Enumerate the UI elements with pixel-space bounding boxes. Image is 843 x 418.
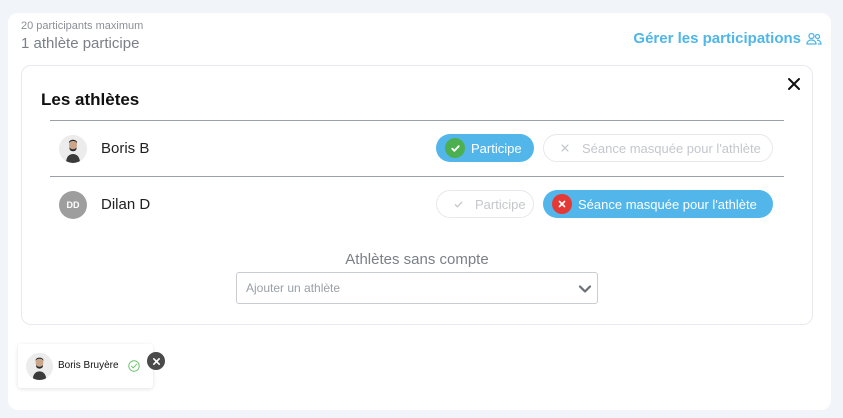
close-panel-button[interactable]: [786, 76, 802, 92]
hidden-session-toggle[interactable]: Séance masquée pour l'athlète: [543, 134, 773, 162]
avatar: DD: [59, 191, 87, 219]
manage-participations-label: Gérer les participations: [633, 30, 801, 47]
users-icon: [806, 32, 822, 45]
hidden-session-label: Séance masquée pour l'athlète: [582, 140, 761, 156]
close-icon: [788, 78, 800, 90]
max-participants-label: 20 participants maximum: [21, 20, 144, 32]
cross-icon: [552, 194, 572, 214]
no-account-athletes-label: Athlètes sans compte: [345, 251, 489, 268]
athlete-name: Boris B: [101, 140, 150, 157]
participe-toggle[interactable]: Participe: [436, 134, 534, 162]
participant-chip: Boris Bruyère: [18, 344, 153, 388]
avatar: [59, 135, 87, 163]
avatar: [26, 353, 53, 380]
participant-name: Boris Bruyère: [58, 360, 119, 371]
athlete-photo-icon: [59, 135, 87, 163]
athlete-name: Dilan D: [101, 196, 151, 213]
hidden-session-label: Séance masquée pour l'athlète: [578, 196, 757, 212]
athletes-panel: Les athlètes Boris B Participe Séance ma…: [21, 65, 813, 325]
participe-label: Participe: [475, 196, 526, 212]
athlete-photo-icon: [26, 353, 53, 380]
participe-label: Participe: [471, 140, 522, 156]
hidden-session-toggle[interactable]: Séance masquée pour l'athlète: [543, 190, 773, 218]
add-athlete-placeholder: Ajouter un athlète: [246, 281, 341, 295]
panel-title: Les athlètes: [41, 90, 140, 109]
add-athlete-select[interactable]: Ajouter un athlète: [236, 272, 598, 304]
session-participants-card: 20 participants maximum 1 athlète partic…: [8, 13, 831, 410]
check-icon: [445, 138, 465, 158]
athlete-row: DD Dilan D Participe Séance masquée pour…: [50, 176, 784, 232]
cross-icon: [558, 141, 572, 155]
participant-count-label: 1 athlète participe: [21, 35, 140, 52]
chevron-down-icon: [578, 285, 592, 293]
participe-toggle[interactable]: Participe: [436, 190, 534, 218]
athlete-row: Boris B Participe Séance masquée pour l'…: [50, 120, 784, 176]
check-outline-icon: [128, 360, 140, 372]
check-icon: [451, 197, 465, 211]
remove-participant-button[interactable]: [147, 352, 165, 370]
close-icon: [152, 357, 160, 365]
manage-participations-link[interactable]: Gérer les participations: [633, 30, 822, 47]
